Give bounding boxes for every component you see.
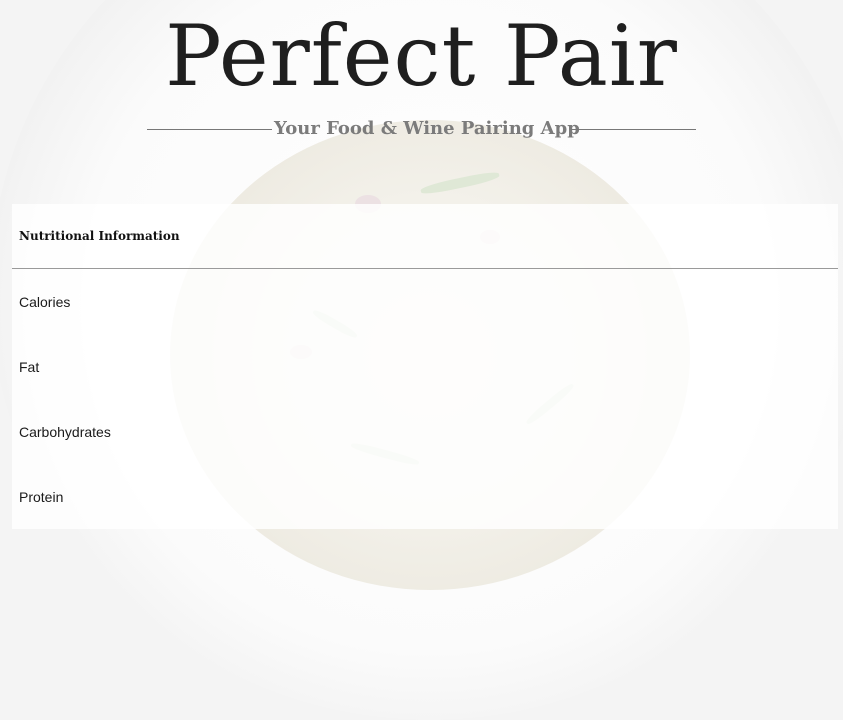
subtitle-divider-right (571, 129, 696, 130)
nutrition-row-calories: Calories (19, 293, 71, 310)
app-title: Perfect Pair (165, 7, 678, 105)
nutrition-row-carbohydrates: Carbohydrates (19, 423, 111, 440)
subtitle-divider-left (147, 129, 272, 130)
app-subtitle: Your Food & Wine Pairing App (274, 118, 580, 139)
nutrition-table-header: Nutritional Information (12, 204, 838, 269)
subtitle-row: Your Food & Wine Pairing App (147, 118, 696, 140)
nutrition-table: Nutritional Information Calories Fat Car… (12, 204, 838, 529)
app-header: Perfect Pair Your Food & Wine Pairing Ap… (0, 0, 843, 140)
nutrition-row-protein: Protein (19, 488, 64, 505)
nutrition-row-fat: Fat (19, 358, 40, 375)
